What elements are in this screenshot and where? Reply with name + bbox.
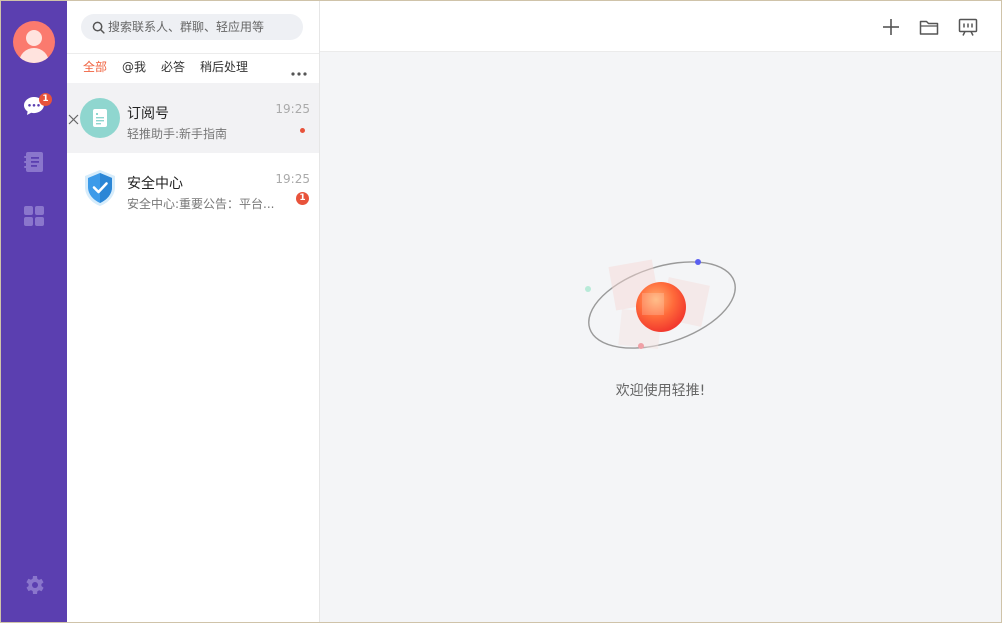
conversation-preview: 安全中心:重要公告：平台... (127, 197, 275, 211)
subscription-icon (80, 98, 120, 138)
more-options-icon[interactable] (290, 62, 308, 81)
plus-icon (883, 19, 899, 35)
tab-all[interactable]: 全部 (83, 54, 108, 85)
close-icon[interactable] (68, 110, 79, 129)
presentation-icon (958, 18, 978, 36)
notebook-icon (24, 152, 43, 172)
presentation-button[interactable] (957, 16, 979, 38)
conversation-panel: 全部 @我 必答 稍后处理 (67, 1, 320, 622)
conversation-item[interactable]: 订阅号 轻推助手:新手指南 19:25 (67, 83, 319, 153)
unread-dot (300, 128, 305, 133)
unread-count-badge: 1 (296, 192, 309, 205)
main-area: 欢迎使用轻推! (320, 1, 1001, 622)
settings-button[interactable] (22, 573, 46, 597)
filter-tabs: 全部 @我 必答 稍后处理 (67, 53, 319, 85)
app-window: 1 搜索联系人、群聊、轻应用等 全部 @我 必答 稍后处理 订阅号 轻推助手:新… (0, 0, 1002, 623)
rail-messages-button[interactable]: 1 (22, 93, 52, 118)
search-box[interactable] (81, 14, 303, 40)
rail-docs-button[interactable] (22, 150, 46, 174)
search-icon (92, 21, 105, 34)
folder-button[interactable] (918, 16, 940, 38)
gear-icon (26, 576, 44, 594)
shield-icon (85, 170, 115, 206)
tab-mentions[interactable]: @我 (122, 54, 146, 84)
top-toolbar (320, 1, 1001, 52)
welcome-text: 欢迎使用轻推! (615, 383, 706, 399)
conversation-time: 19:25 (275, 172, 310, 186)
avatar[interactable] (13, 21, 55, 63)
tab-later[interactable]: 稍后处理 (200, 54, 248, 84)
grid-apps-icon (24, 206, 44, 226)
conversation-preview: 轻推助手:新手指南 (127, 127, 228, 141)
conversation-name: 安全中心 (127, 176, 183, 192)
add-button[interactable] (880, 16, 902, 38)
rail-apps-button[interactable] (22, 204, 46, 228)
messages-unread-badge: 1 (39, 93, 52, 106)
conversation-item[interactable]: 安全中心 安全中心:重要公告：平台... 19:25 1 (67, 153, 319, 223)
search-input[interactable] (108, 20, 298, 34)
folder-icon (919, 20, 939, 35)
conversation-name: 订阅号 (127, 106, 169, 122)
left-rail: 1 (1, 1, 67, 622)
tab-must-reply[interactable]: 必答 (161, 54, 185, 84)
conversation-time: 19:25 (275, 102, 310, 116)
welcome-illustration (585, 259, 736, 349)
